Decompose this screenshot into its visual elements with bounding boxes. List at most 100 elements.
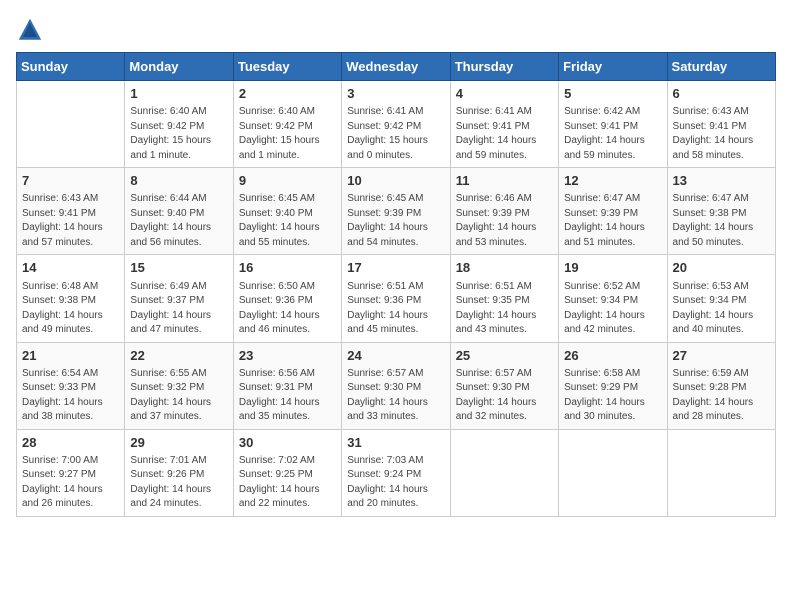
day-info: Sunrise: 6:46 AM Sunset: 9:39 PM Dayligh…: [456, 192, 553, 250]
day-info: Sunrise: 6:44 AM Sunset: 9:40 PM Dayligh…: [130, 192, 227, 250]
calendar-cell: 9 Sunrise: 6:45 AM Sunset: 9:40 PM Daylig…: [233, 168, 341, 255]
day-number: 11: [456, 172, 553, 190]
calendar-cell: 6 Sunrise: 6:43 AM Sunset: 9:41 PM Daylig…: [667, 81, 775, 168]
calendar-cell: 29 Sunrise: 7:01 AM Sunset: 9:26 PM Dayli…: [125, 429, 233, 516]
day-number: 19: [564, 259, 661, 277]
calendar-cell: 2Sunrise: 6:40 AM Sunset: 9:42 PM Daylig…: [233, 81, 341, 168]
day-number: 16: [239, 259, 336, 277]
day-number: 5: [564, 85, 661, 103]
calendar-week: 1 Sunrise: 6:40 AM Sunset: 9:42 PM Daylig…: [17, 81, 776, 168]
day-info: Sunrise: 6:40 AM Sunset: 9:42 PM Dayligh…: [130, 105, 227, 163]
day-number: 2: [239, 85, 336, 103]
day-info: Sunrise: 6:52 AM Sunset: 9:34 PM Dayligh…: [564, 280, 661, 338]
day-info: Sunrise: 7:00 AM Sunset: 9:27 PM Dayligh…: [22, 454, 119, 512]
calendar-cell: 26 Sunrise: 6:58 AM Sunset: 9:29 PM Dayli…: [559, 342, 667, 429]
day-info: Sunrise: 6:54 AM Sunset: 9:33 PM Dayligh…: [22, 367, 119, 425]
calendar-week: 21 Sunrise: 6:54 AM Sunset: 9:33 PM Dayli…: [17, 342, 776, 429]
header-cell: Monday: [125, 53, 233, 81]
day-info: Sunrise: 6:47 AM Sunset: 9:39 PM Dayligh…: [564, 192, 661, 250]
calendar-cell: 25Sunrise: 6:57 AM Sunset: 9:30 PM Dayli…: [450, 342, 558, 429]
calendar-cell: 30 Sunrise: 7:02 AM Sunset: 9:25 PM Dayli…: [233, 429, 341, 516]
calendar-cell: 1 Sunrise: 6:40 AM Sunset: 9:42 PM Daylig…: [125, 81, 233, 168]
day-number: 8: [130, 172, 227, 190]
day-number: 18: [456, 259, 553, 277]
day-info: Sunrise: 6:58 AM Sunset: 9:29 PM Dayligh…: [564, 367, 661, 425]
day-info: Sunrise: 6:59 AM Sunset: 9:28 PM Dayligh…: [673, 367, 770, 425]
day-number: 24: [347, 347, 444, 365]
calendar-table: SundayMondayTuesdayWednesdayThursdayFrid…: [16, 52, 776, 517]
calendar-cell: 5 Sunrise: 6:42 AM Sunset: 9:41 PM Daylig…: [559, 81, 667, 168]
day-number: 22: [130, 347, 227, 365]
header-cell: Saturday: [667, 53, 775, 81]
day-info: Sunrise: 6:57 AM Sunset: 9:30 PM Dayligh…: [456, 367, 553, 425]
day-number: 29: [130, 434, 227, 452]
calendar-cell: 18 Sunrise: 6:51 AM Sunset: 9:35 PM Dayli…: [450, 255, 558, 342]
day-info: Sunrise: 7:01 AM Sunset: 9:26 PM Dayligh…: [130, 454, 227, 512]
logo: [16, 16, 48, 44]
day-info: Sunrise: 6:56 AM Sunset: 9:31 PM Dayligh…: [239, 367, 336, 425]
calendar-cell: 31 Sunrise: 7:03 AM Sunset: 9:24 PM Dayli…: [342, 429, 450, 516]
header-row: SundayMondayTuesdayWednesdayThursdayFrid…: [17, 53, 776, 81]
day-number: 6: [673, 85, 770, 103]
day-info: Sunrise: 6:48 AM Sunset: 9:38 PM Dayligh…: [22, 280, 119, 338]
calendar-cell: 17 Sunrise: 6:51 AM Sunset: 9:36 PM Dayli…: [342, 255, 450, 342]
day-info: Sunrise: 6:42 AM Sunset: 9:41 PM Dayligh…: [564, 105, 661, 163]
day-number: 1: [130, 85, 227, 103]
calendar-cell: 19 Sunrise: 6:52 AM Sunset: 9:34 PM Dayli…: [559, 255, 667, 342]
day-number: 23: [239, 347, 336, 365]
day-number: 31: [347, 434, 444, 452]
calendar-cell: 12 Sunrise: 6:47 AM Sunset: 9:39 PM Dayli…: [559, 168, 667, 255]
day-number: 27: [673, 347, 770, 365]
calendar-cell: [667, 429, 775, 516]
day-number: 3: [347, 85, 444, 103]
page-header: [16, 16, 776, 44]
calendar-cell: 4Sunrise: 6:41 AM Sunset: 9:41 PM Daylig…: [450, 81, 558, 168]
day-info: Sunrise: 6:45 AM Sunset: 9:39 PM Dayligh…: [347, 192, 444, 250]
day-number: 21: [22, 347, 119, 365]
header-cell: Thursday: [450, 53, 558, 81]
day-info: Sunrise: 6:49 AM Sunset: 9:37 PM Dayligh…: [130, 280, 227, 338]
day-number: 28: [22, 434, 119, 452]
calendar-cell: [559, 429, 667, 516]
day-number: 10: [347, 172, 444, 190]
calendar-cell: [17, 81, 125, 168]
day-info: Sunrise: 6:43 AM Sunset: 9:41 PM Dayligh…: [22, 192, 119, 250]
day-number: 17: [347, 259, 444, 277]
day-number: 20: [673, 259, 770, 277]
day-info: Sunrise: 6:41 AM Sunset: 9:42 PM Dayligh…: [347, 105, 444, 163]
day-number: 9: [239, 172, 336, 190]
calendar-header: SundayMondayTuesdayWednesdayThursdayFrid…: [17, 53, 776, 81]
day-number: 15: [130, 259, 227, 277]
day-info: Sunrise: 6:45 AM Sunset: 9:40 PM Dayligh…: [239, 192, 336, 250]
calendar-cell: 27 Sunrise: 6:59 AM Sunset: 9:28 PM Dayli…: [667, 342, 775, 429]
day-number: 30: [239, 434, 336, 452]
calendar-week: 7 Sunrise: 6:43 AM Sunset: 9:41 PM Daylig…: [17, 168, 776, 255]
day-number: 7: [22, 172, 119, 190]
day-number: 12: [564, 172, 661, 190]
calendar-cell: 14Sunrise: 6:48 AM Sunset: 9:38 PM Dayli…: [17, 255, 125, 342]
calendar-cell: 23 Sunrise: 6:56 AM Sunset: 9:31 PM Dayli…: [233, 342, 341, 429]
day-info: Sunrise: 6:51 AM Sunset: 9:36 PM Dayligh…: [347, 280, 444, 338]
header-cell: Friday: [559, 53, 667, 81]
calendar-cell: 8 Sunrise: 6:44 AM Sunset: 9:40 PM Daylig…: [125, 168, 233, 255]
calendar-cell: 22Sunrise: 6:55 AM Sunset: 9:32 PM Dayli…: [125, 342, 233, 429]
calendar-week: 28 Sunrise: 7:00 AM Sunset: 9:27 PM Dayli…: [17, 429, 776, 516]
day-info: Sunrise: 7:02 AM Sunset: 9:25 PM Dayligh…: [239, 454, 336, 512]
day-info: Sunrise: 7:03 AM Sunset: 9:24 PM Dayligh…: [347, 454, 444, 512]
day-info: Sunrise: 6:50 AM Sunset: 9:36 PM Dayligh…: [239, 280, 336, 338]
calendar-cell: 11 Sunrise: 6:46 AM Sunset: 9:39 PM Dayli…: [450, 168, 558, 255]
calendar-cell: 21 Sunrise: 6:54 AM Sunset: 9:33 PM Dayli…: [17, 342, 125, 429]
day-number: 13: [673, 172, 770, 190]
calendar-cell: 13Sunrise: 6:47 AM Sunset: 9:38 PM Dayli…: [667, 168, 775, 255]
day-info: Sunrise: 6:43 AM Sunset: 9:41 PM Dayligh…: [673, 105, 770, 163]
header-cell: Wednesday: [342, 53, 450, 81]
calendar-cell: 28 Sunrise: 7:00 AM Sunset: 9:27 PM Dayli…: [17, 429, 125, 516]
calendar-body: 1 Sunrise: 6:40 AM Sunset: 9:42 PM Daylig…: [17, 81, 776, 517]
day-number: 26: [564, 347, 661, 365]
calendar-cell: [450, 429, 558, 516]
day-number: 4: [456, 85, 553, 103]
calendar-cell: 3 Sunrise: 6:41 AM Sunset: 9:42 PM Daylig…: [342, 81, 450, 168]
calendar-cell: 15 Sunrise: 6:49 AM Sunset: 9:37 PM Dayli…: [125, 255, 233, 342]
day-info: Sunrise: 6:51 AM Sunset: 9:35 PM Dayligh…: [456, 280, 553, 338]
calendar-cell: 7 Sunrise: 6:43 AM Sunset: 9:41 PM Daylig…: [17, 168, 125, 255]
